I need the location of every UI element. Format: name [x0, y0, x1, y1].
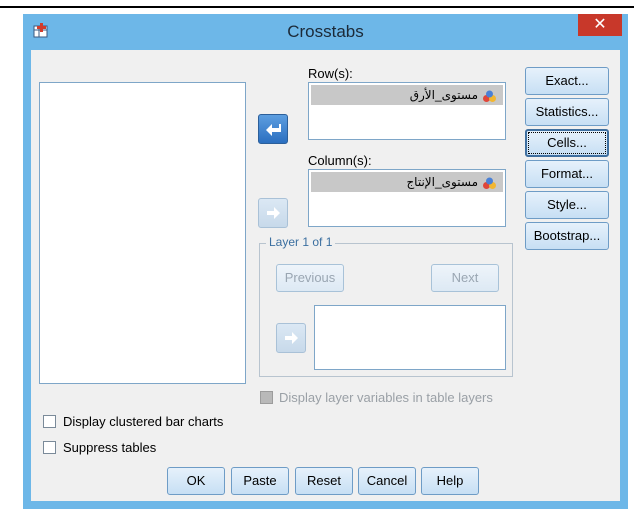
paste-button[interactable]: Paste [231, 467, 289, 495]
bootstrap-button[interactable]: Bootstrap... [525, 222, 609, 250]
ok-button[interactable]: OK [167, 467, 225, 495]
columns-list[interactable]: مستوى_الإنتاج [308, 169, 506, 227]
reset-button[interactable]: Reset [295, 467, 353, 495]
arrow-left-icon [266, 124, 281, 136]
rows-list-item[interactable]: مستوى_الأرق [311, 85, 503, 105]
help-button[interactable]: Help [421, 467, 479, 495]
display-layer-checkbox[interactable] [260, 391, 273, 404]
move-to-layer-button[interactable] [276, 323, 306, 353]
cancel-button[interactable]: Cancel [358, 467, 416, 495]
move-to-rows-button[interactable] [258, 114, 288, 144]
columns-list-item[interactable]: مستوى_الإنتاج [311, 172, 503, 192]
style-button[interactable]: Style... [525, 191, 609, 219]
source-variable-list[interactable] [39, 82, 246, 384]
previous-button[interactable]: Previous [276, 264, 344, 292]
close-icon: ✕ [593, 16, 607, 33]
arrow-right-icon [285, 332, 298, 344]
format-button[interactable]: Format... [525, 160, 609, 188]
layer-list[interactable] [314, 305, 506, 370]
dialog-body: Row(s): مستوى_الأرق Column(s): مستوى_الإ… [31, 50, 620, 501]
exact-button[interactable]: Exact... [525, 67, 609, 95]
nominal-variable-icon [482, 89, 497, 103]
suppress-tables-label: Suppress tables [63, 440, 157, 455]
window-title: Crosstabs [287, 22, 364, 41]
title-bar: Crosstabs ✕ [23, 14, 628, 50]
clustered-bar-label: Display clustered bar charts [63, 414, 224, 429]
columns-label: Column(s): [308, 153, 372, 168]
layer-group: Layer 1 of 1 Previous Next [259, 235, 513, 377]
statistics-button[interactable]: Statistics... [525, 98, 609, 126]
close-button[interactable]: ✕ [578, 14, 622, 36]
crosstabs-dialog: Crosstabs ✕ Row(s): مستوى_الأرق Column(s… [23, 14, 628, 509]
move-to-columns-button[interactable] [258, 198, 288, 228]
layer-group-title: Layer 1 of 1 [266, 235, 336, 249]
clustered-bar-checkbox[interactable] [43, 415, 56, 428]
display-layer-label: Display layer variables in table layers [279, 390, 493, 405]
next-button[interactable]: Next [431, 264, 499, 292]
rows-list[interactable]: مستوى_الأرق [308, 82, 506, 140]
rows-label: Row(s): [308, 66, 353, 81]
nominal-variable-icon [482, 176, 497, 190]
top-rule [0, 6, 634, 8]
suppress-tables-checkbox[interactable] [43, 441, 56, 454]
arrow-right-icon [267, 207, 280, 219]
cells-button[interactable]: Cells... [525, 129, 609, 157]
